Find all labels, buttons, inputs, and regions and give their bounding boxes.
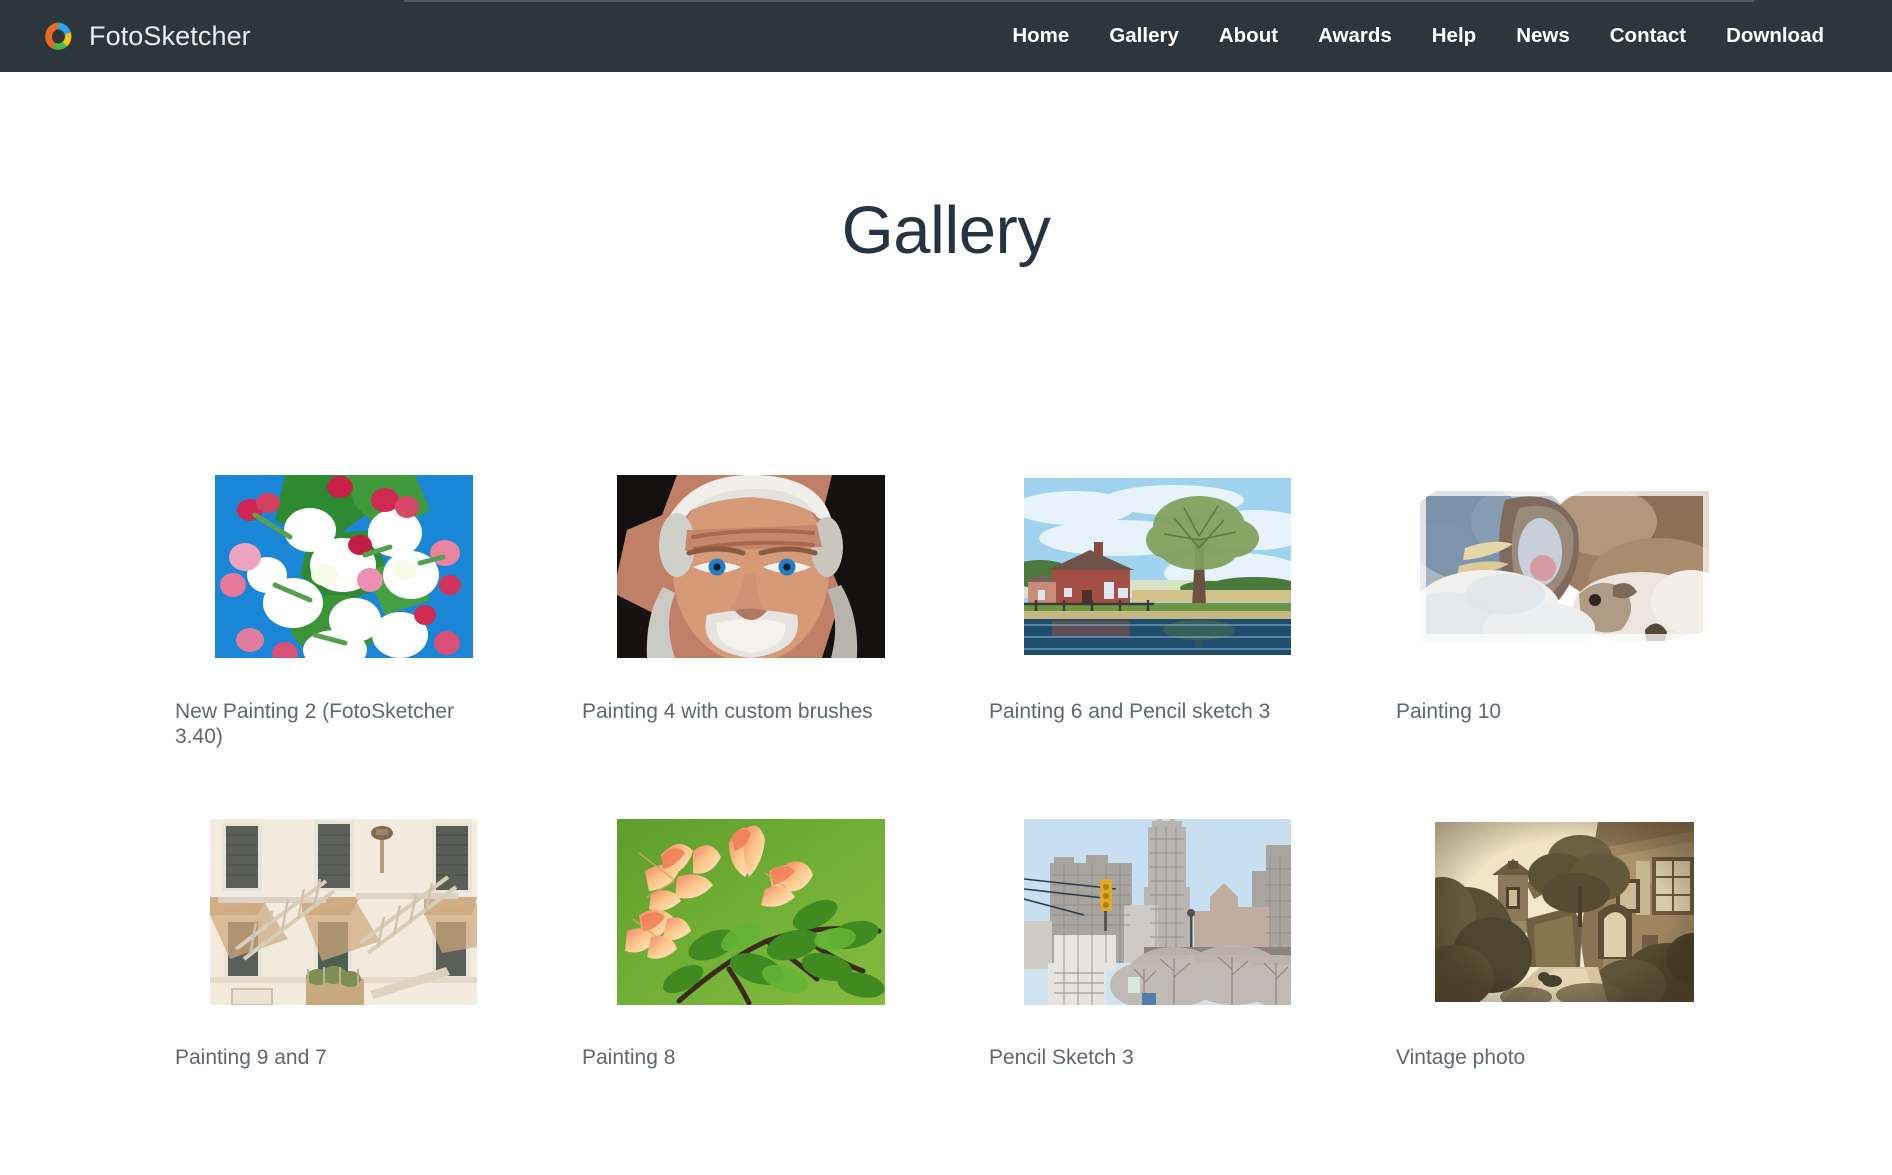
gallery-grid: New Painting 2 (FotoSketcher 3.40) bbox=[175, 455, 1735, 1070]
nav-item-home[interactable]: Home bbox=[992, 0, 1089, 72]
gallery-item[interactable]: Painting 4 with custom brushes bbox=[582, 455, 919, 750]
gallery-item-caption: Vintage photo bbox=[1396, 1046, 1733, 1071]
nav-item-download[interactable]: Download bbox=[1706, 0, 1844, 72]
canal-cottage-landscape-painting-thumbnail[interactable] bbox=[989, 455, 1326, 677]
gallery-item-caption: Painting 9 and 7 bbox=[175, 1046, 512, 1071]
site-header: FotoSketcher Home Gallery About Awards H… bbox=[0, 0, 1892, 72]
azalea-flowers-painting-thumbnail[interactable] bbox=[582, 801, 919, 1023]
apple-blossom-painting-thumbnail[interactable] bbox=[175, 455, 512, 677]
nav-item-help[interactable]: Help bbox=[1412, 0, 1496, 72]
city-skyline-pencil-sketch-thumbnail[interactable] bbox=[989, 801, 1326, 1023]
gallery-item-caption: Painting 8 bbox=[582, 1046, 919, 1071]
gallery-item[interactable]: Painting 8 bbox=[582, 801, 919, 1071]
gallery-item-caption: Painting 10 bbox=[1396, 700, 1733, 725]
sepia-village-courtyard-photo-thumbnail[interactable] bbox=[1396, 801, 1733, 1023]
gallery-item-caption: Painting 4 with custom brushes bbox=[582, 700, 919, 725]
gallery-item[interactable]: Painting 6 and Pencil sketch 3 bbox=[989, 455, 1326, 750]
building-facade-staircase-painting-thumbnail[interactable] bbox=[175, 801, 512, 1023]
nav-item-gallery[interactable]: Gallery bbox=[1089, 0, 1199, 72]
page-title: Gallery bbox=[0, 192, 1892, 269]
fotosketcher-swirl-logo-icon bbox=[40, 18, 76, 54]
nav-item-about[interactable]: About bbox=[1199, 0, 1298, 72]
gallery-item-caption: Painting 6 and Pencil sketch 3 bbox=[989, 700, 1326, 725]
brand-name: FotoSketcher bbox=[89, 21, 251, 52]
brand-logo-link[interactable]: FotoSketcher bbox=[40, 18, 251, 54]
gallery-item[interactable]: New Painting 2 (FotoSketcher 3.40) bbox=[175, 455, 512, 750]
gallery-item[interactable]: Painting 9 and 7 bbox=[175, 801, 512, 1071]
sheep-and-lamb-watercolour-thumbnail[interactable] bbox=[1396, 455, 1733, 677]
gallery-item[interactable]: Vintage photo bbox=[1396, 801, 1733, 1071]
nav-item-awards[interactable]: Awards bbox=[1298, 0, 1412, 72]
gallery-item-caption: Pencil Sketch 3 bbox=[989, 1046, 1326, 1071]
gallery-item-caption: New Painting 2 (FotoSketcher 3.40) bbox=[175, 700, 487, 750]
nav-item-news[interactable]: News bbox=[1496, 0, 1590, 72]
primary-navigation: Home Gallery About Awards Help News Cont… bbox=[992, 0, 1844, 72]
gallery-item[interactable]: Painting 10 bbox=[1396, 455, 1733, 750]
elderly-man-portrait-painting-thumbnail[interactable] bbox=[582, 455, 919, 677]
gallery-item[interactable]: Pencil Sketch 3 bbox=[989, 801, 1326, 1071]
nav-item-contact[interactable]: Contact bbox=[1590, 0, 1706, 72]
page-content: Gallery bbox=[0, 72, 1892, 1175]
